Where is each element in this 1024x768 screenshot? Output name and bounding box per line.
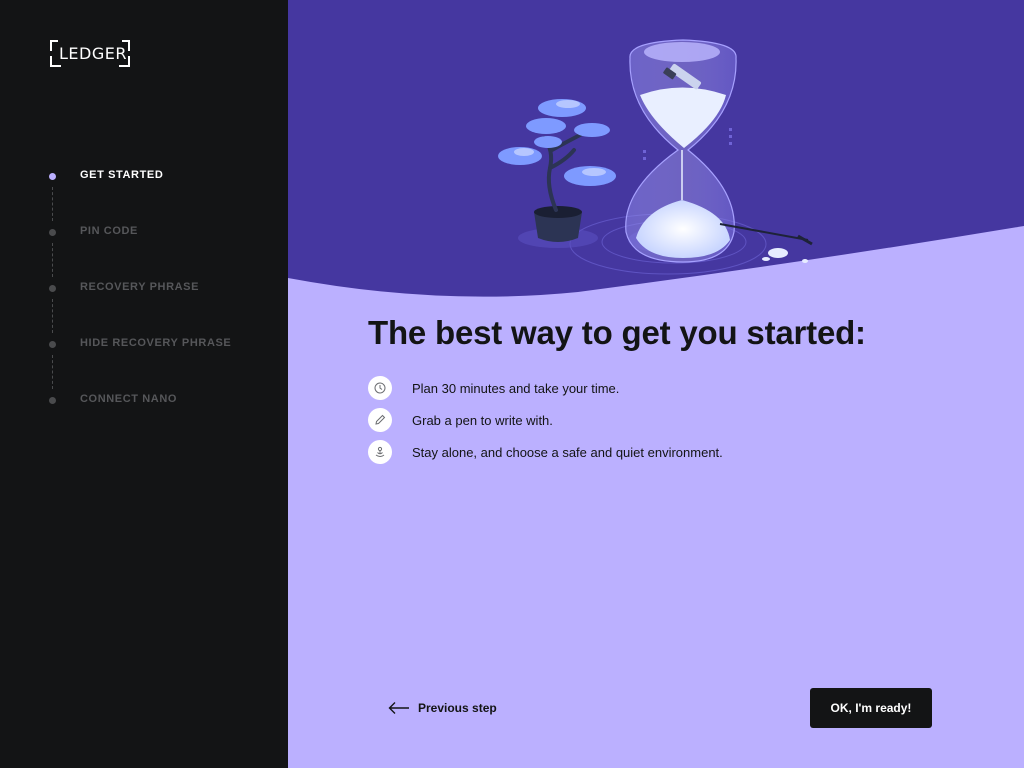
previous-step-label: Previous step xyxy=(418,701,497,715)
step-label: HIDE RECOVERY PHRASE xyxy=(80,337,232,349)
step-dot xyxy=(49,229,56,236)
pen-icon xyxy=(368,408,392,432)
ledger-logo: LEDGER xyxy=(50,40,130,67)
lotus-icon xyxy=(368,440,392,464)
step-dot xyxy=(49,285,56,292)
content: The best way to get you started: Plan 30… xyxy=(368,314,866,464)
step-dot xyxy=(49,397,56,404)
step-label: GET STARTED xyxy=(80,169,164,181)
step-label: RECOVERY PHRASE xyxy=(80,281,200,293)
previous-step-button[interactable]: Previous step xyxy=(388,697,497,719)
step-connector xyxy=(52,355,53,389)
step-connector xyxy=(52,243,53,277)
logo-text: LEDGER xyxy=(59,44,127,63)
step-label: CONNECT NANO xyxy=(80,393,178,405)
step-connector xyxy=(52,299,53,333)
tip-text: Stay alone, and choose a safe and quiet … xyxy=(412,445,723,460)
ok-ready-button[interactable]: OK, I'm ready! xyxy=(810,688,932,728)
clock-icon xyxy=(368,376,392,400)
hero-illustration xyxy=(288,0,1024,297)
tip-text: Plan 30 minutes and take your time. xyxy=(412,381,620,396)
sidebar: LEDGER GET STARTED PIN CODE RECOVERY PHR… xyxy=(0,0,288,768)
main-panel: The best way to get you started: Plan 30… xyxy=(288,0,1024,768)
tip-text: Grab a pen to write with. xyxy=(412,413,553,428)
step-label: PIN CODE xyxy=(80,225,138,237)
step-dot xyxy=(49,173,56,180)
arrow-left-icon xyxy=(388,702,409,714)
step-dot xyxy=(49,341,56,348)
step-connector xyxy=(52,187,53,221)
page-title: The best way to get you started: xyxy=(368,314,866,351)
